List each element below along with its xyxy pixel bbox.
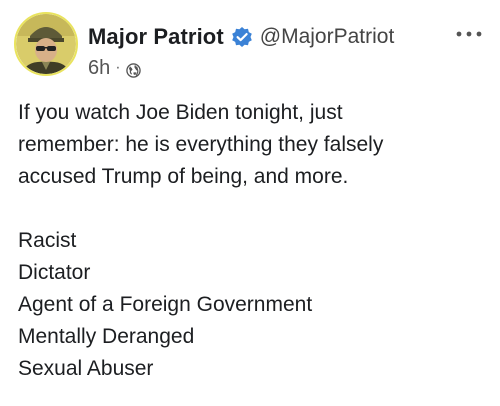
post-meta: 6h · (88, 55, 141, 81)
author-display-name[interactable]: Major Patriot (88, 24, 224, 50)
post-list-item: Sexual Abuser (18, 357, 154, 380)
author-avatar[interactable] (14, 12, 78, 76)
author-handle[interactable]: @MajorPatriot (260, 25, 395, 49)
post-list-item: Dictator (18, 261, 91, 284)
post-list: Racist Dictator Agent of a Foreign Gover… (18, 225, 488, 385)
meta-separator: · (115, 59, 121, 76)
soldier-avatar-icon (16, 14, 76, 74)
post-list-item: Mentally Deranged (18, 325, 195, 348)
more-options-icon (456, 31, 482, 37)
post-text-line: If you watch Joe Biden tonight, just (18, 101, 343, 124)
verified-badge-icon (231, 26, 253, 48)
post-intro-paragraph: If you watch Joe Biden tonight, just rem… (18, 97, 488, 193)
post-text-line: accused Trump of being, and more. (18, 165, 349, 188)
author-header: Major Patriot @MajorPatriot (88, 22, 394, 52)
post-list-item: Racist (18, 229, 77, 252)
post-timestamp[interactable]: 6h (88, 57, 110, 80)
post-list-item: Agent of a Foreign Government (18, 293, 313, 316)
post-text-line: remember: he is everything they falsely (18, 133, 384, 156)
more-options-button[interactable] (452, 25, 486, 43)
social-post: Major Patriot @MajorPatriot 6h · If you … (0, 0, 500, 406)
post-body: If you watch Joe Biden tonight, just rem… (18, 97, 488, 385)
globe-icon[interactable] (125, 61, 141, 78)
